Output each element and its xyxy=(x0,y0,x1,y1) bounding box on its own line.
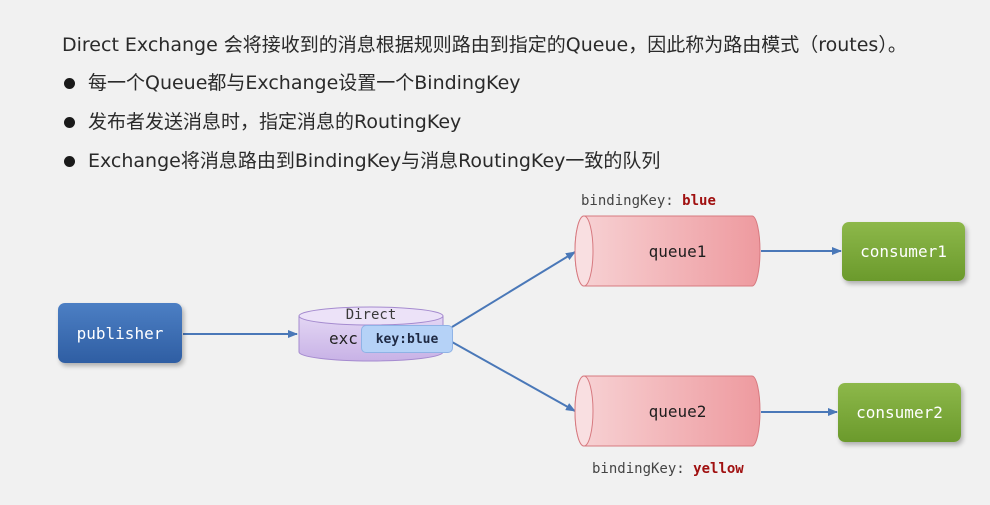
publisher-node: publisher xyxy=(58,303,182,363)
binding-key-prefix: bindingKey: xyxy=(581,193,683,209)
queue1-node: queue1 xyxy=(575,216,760,286)
queue1-label: queue1 xyxy=(648,241,707,261)
arrow-exchange-to-queue1 xyxy=(451,251,576,328)
binding-key-prefix: bindingKey: xyxy=(592,461,694,477)
arrow-exchange-to-queue2 xyxy=(451,341,576,412)
queue2-binding-key: bindingKey: yellow xyxy=(592,461,744,477)
consumer1-node: consumer1 xyxy=(842,222,965,281)
queue2-node: queue2 xyxy=(575,376,760,446)
exchange-type-label: Direct xyxy=(345,307,397,323)
consumer2-node: consumer2 xyxy=(838,383,961,442)
exchange-name-label: exc xyxy=(329,329,358,348)
binding-key-value: blue xyxy=(682,193,716,209)
routing-key-tag: key:blue xyxy=(361,325,453,353)
queue1-binding-key: bindingKey: blue xyxy=(581,193,716,209)
binding-key-value: yellow xyxy=(693,461,744,477)
queue2-label: queue2 xyxy=(648,401,707,421)
